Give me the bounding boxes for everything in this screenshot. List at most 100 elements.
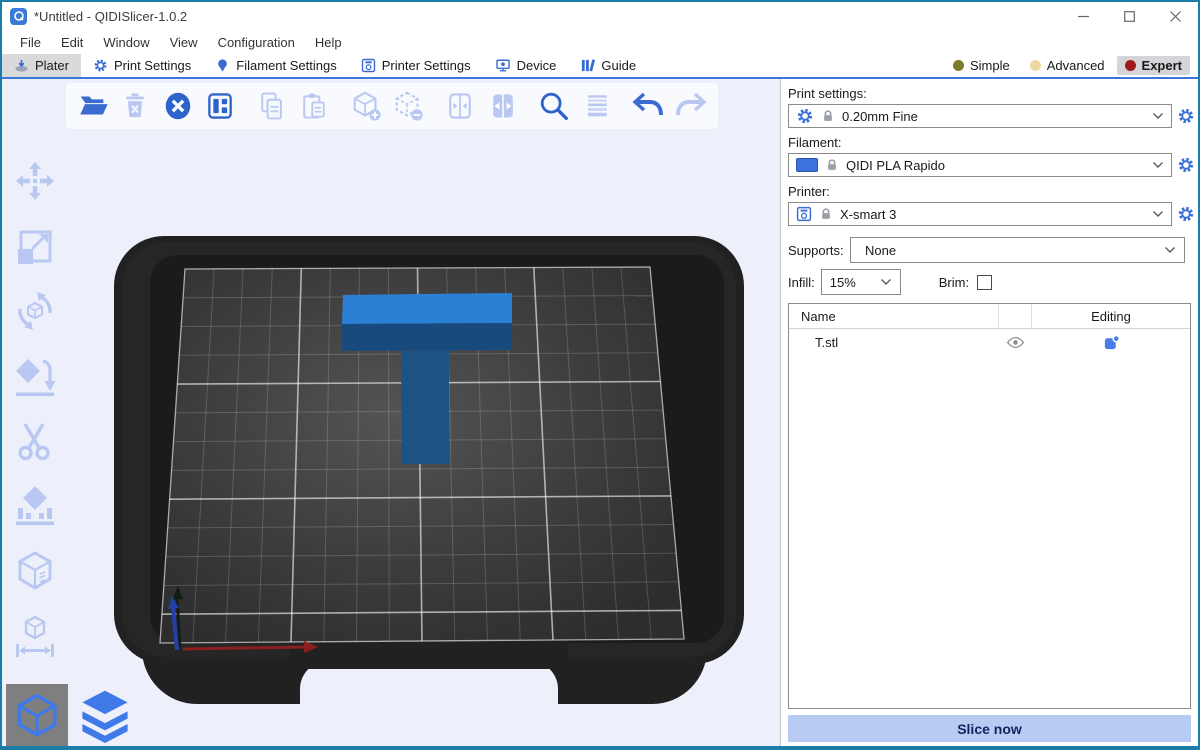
print-settings-label: Print settings:: [788, 86, 1195, 101]
object-settings-icon[interactable]: [1102, 333, 1121, 352]
arrange-button[interactable]: [201, 86, 239, 126]
add-instance-icon: [349, 89, 383, 123]
lock-icon: [825, 158, 839, 172]
infill-label: Infill:: [788, 275, 815, 290]
view-mode-switcher: [6, 684, 136, 746]
slice-now-button[interactable]: Slice now: [788, 715, 1191, 742]
redo-button[interactable]: [672, 86, 710, 126]
delete-button[interactable]: [116, 86, 154, 126]
close-button[interactable]: [1152, 2, 1198, 30]
menu-help[interactable]: Help: [305, 35, 352, 50]
remove-instance-icon: [391, 89, 425, 123]
split-to-objects-button[interactable]: [441, 86, 479, 126]
cube-3d-view-icon: [12, 690, 62, 740]
undo-icon: [630, 88, 666, 124]
gizmo-toolbar: [10, 157, 60, 660]
object-row-t-stl[interactable]: T.stl: [789, 329, 1190, 356]
printer-settings-icon: [361, 58, 376, 73]
guide-icon: [580, 58, 595, 73]
supports-label: Supports:: [788, 243, 850, 258]
view-preview-layers-button[interactable]: [74, 684, 136, 746]
tab-device[interactable]: Device: [483, 54, 569, 77]
preset-gear-icon: [796, 107, 814, 125]
open-button[interactable]: [74, 86, 112, 126]
column-header-name[interactable]: Name: [789, 309, 998, 324]
menu-configuration[interactable]: Configuration: [208, 35, 305, 50]
undo-button[interactable]: [629, 86, 667, 126]
tab-guide[interactable]: Guide: [568, 54, 648, 77]
search-icon: [537, 89, 571, 123]
printer-select[interactable]: X-smart 3: [788, 202, 1172, 226]
maximize-button[interactable]: [1106, 2, 1152, 30]
column-header-visibility: [998, 304, 1032, 328]
paste-icon: [298, 90, 330, 122]
object-name: T.stl: [789, 335, 998, 350]
mode-simple[interactable]: Simple: [945, 56, 1018, 75]
print-settings-edit-button[interactable]: [1177, 107, 1195, 125]
measure-tool-button[interactable]: [10, 612, 60, 660]
tab-bar: Plater Print Settings Filament Settings …: [2, 54, 1198, 79]
copy-icon: [256, 90, 288, 122]
view-3d-editor-button[interactable]: [6, 684, 68, 746]
split-to-parts-button[interactable]: [483, 86, 521, 126]
printer-edit-button[interactable]: [1177, 205, 1195, 223]
object-list-header: Name Editing: [789, 304, 1190, 329]
infill-select[interactable]: 15%: [821, 269, 901, 295]
print-settings-select[interactable]: 0.20mm Fine: [788, 104, 1172, 128]
device-icon: [495, 58, 511, 73]
mode-expert[interactable]: Expert: [1117, 56, 1190, 75]
visibility-eye-icon[interactable]: [1006, 336, 1025, 349]
minimize-button[interactable]: [1060, 2, 1106, 30]
rotate-tool-button[interactable]: [10, 287, 60, 335]
open-folder-icon: [76, 89, 110, 123]
app-window: *Untitled - QIDISlicer-1.0.2 File Edit W…: [0, 0, 1200, 750]
brim-checkbox[interactable]: [977, 275, 992, 290]
main-toolbar: [66, 83, 718, 129]
filament-settings-icon: [215, 58, 230, 73]
supports-select[interactable]: None: [850, 237, 1185, 263]
menu-window[interactable]: Window: [93, 35, 159, 50]
scale-tool-button[interactable]: [10, 222, 60, 270]
menu-edit[interactable]: Edit: [51, 35, 93, 50]
chevron-down-icon: [1164, 246, 1176, 254]
lock-icon: [821, 109, 835, 123]
menu-file[interactable]: File: [10, 35, 51, 50]
split-to-parts-icon: [487, 90, 519, 122]
scale-icon: [13, 224, 57, 268]
tab-plater[interactable]: Plater: [2, 54, 81, 77]
printer-icon: [796, 206, 812, 222]
filament-edit-button[interactable]: [1177, 156, 1195, 174]
cut-scissors-icon: [13, 419, 57, 463]
add-instance-button[interactable]: [347, 86, 385, 126]
lock-icon: [819, 207, 833, 221]
variable-layer-height-button[interactable]: [577, 86, 615, 126]
mode-advanced[interactable]: Advanced: [1022, 56, 1113, 75]
redo-icon: [673, 88, 709, 124]
filament-color-swatch: [796, 158, 818, 172]
chevron-down-icon: [880, 278, 892, 286]
layers-preview-icon: [77, 687, 133, 743]
place-on-face-tool-button[interactable]: [10, 352, 60, 400]
tab-print-settings[interactable]: Print Settings: [81, 54, 203, 77]
cut-tool-button[interactable]: [10, 417, 60, 465]
filament-select[interactable]: QIDI PLA Rapido: [788, 153, 1172, 177]
remove-instance-button[interactable]: [389, 86, 427, 126]
window-title: *Untitled - QIDISlicer-1.0.2: [34, 9, 187, 24]
seam-painting-tool-button[interactable]: [10, 547, 60, 595]
viewport-3d[interactable]: [2, 79, 781, 746]
move-icon: [13, 159, 57, 203]
tab-filament-settings[interactable]: Filament Settings: [203, 54, 348, 77]
search-button[interactable]: [535, 86, 573, 126]
move-tool-button[interactable]: [10, 157, 60, 205]
paste-button[interactable]: [295, 86, 333, 126]
copy-button[interactable]: [253, 86, 291, 126]
column-header-editing[interactable]: Editing: [1032, 309, 1190, 324]
tab-printer-settings[interactable]: Printer Settings: [349, 54, 483, 77]
menu-bar: File Edit Window View Configuration Help: [2, 30, 1198, 54]
expert-mode-dot-icon: [1125, 60, 1136, 71]
menu-view[interactable]: View: [160, 35, 208, 50]
paint-supports-tool-button[interactable]: [10, 482, 60, 530]
trash-icon: [119, 90, 151, 122]
advanced-mode-dot-icon: [1030, 60, 1041, 71]
delete-all-button[interactable]: [159, 86, 197, 126]
